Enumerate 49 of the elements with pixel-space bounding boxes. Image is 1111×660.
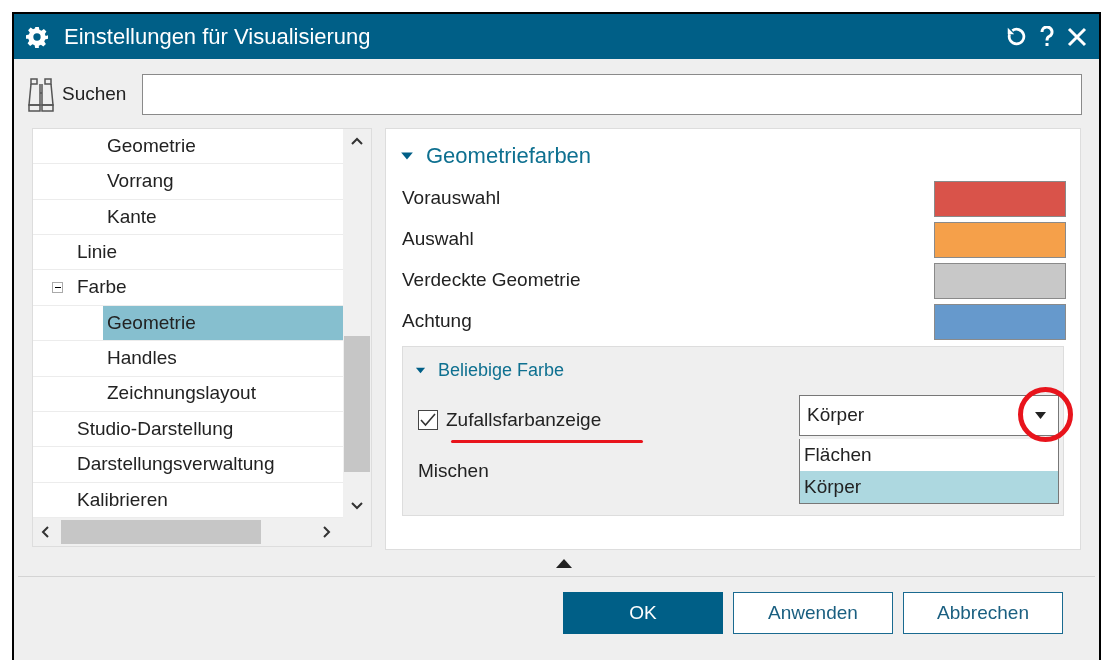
scroll-right-icon[interactable] [323, 526, 331, 538]
checkbox[interactable] [418, 410, 438, 431]
tree-item[interactable]: Kante [103, 199, 161, 235]
color-label: Auswahl [402, 227, 474, 252]
collapse-arrow-icon[interactable] [555, 559, 572, 568]
color-swatch[interactable] [934, 262, 1066, 299]
tree-item[interactable]: Farbe [73, 270, 131, 305]
tree-item[interactable]: Zeichnungslayout [103, 376, 260, 411]
dialog-button[interactable]: Anwenden [733, 592, 893, 634]
color-swatch[interactable] [934, 221, 1066, 258]
tree-item[interactable]: Vorrang [103, 164, 178, 199]
checkmark-icon [420, 413, 436, 428]
scroll-down-icon[interactable] [351, 502, 363, 510]
search-label: Suchen [62, 82, 127, 107]
tree-item[interactable]: Handles [103, 341, 181, 376]
help-icon[interactable] [1039, 25, 1055, 48]
tree-item[interactable]: Studio-Darstellung [73, 411, 238, 447]
scroll-thumb[interactable] [61, 520, 261, 544]
subsection-caret-icon[interactable] [415, 365, 426, 376]
search-field[interactable] [142, 74, 1082, 115]
dropdown-arrow-icon[interactable] [1035, 412, 1046, 419]
dropdown-option[interactable]: Körper [800, 471, 1058, 503]
mix-label: Mischen [417, 458, 490, 483]
window-title: Einstellungen für Visualisierung [64, 23, 372, 51]
scroll-up-icon[interactable] [351, 137, 363, 145]
vertical-scrollbar[interactable] [343, 129, 371, 518]
dialog-button[interactable]: OK [563, 592, 723, 634]
section-title[interactable]: Geometriefarben [426, 139, 592, 172]
subsection-title[interactable]: Beliebige Farbe [438, 357, 565, 384]
scroll-thumb[interactable] [344, 335, 370, 472]
color-label: Achtung [402, 309, 472, 334]
tree-item[interactable]: Kalibrieren [73, 482, 172, 517]
settings-icon [26, 25, 48, 48]
collapse-toggle-icon[interactable] [52, 282, 63, 294]
color-swatch[interactable] [934, 303, 1066, 340]
tree-item[interactable]: Geometrie [103, 129, 200, 164]
close-icon[interactable] [1067, 26, 1087, 47]
checkbox-label[interactable]: Zufallsfarbanzeige [446, 406, 602, 435]
dialog-button[interactable]: Abbrechen [903, 592, 1063, 634]
tree-item[interactable]: Linie [73, 235, 122, 270]
tree-item[interactable]: Geometrie [103, 305, 343, 341]
color-swatch[interactable] [934, 180, 1066, 217]
color-label: Vorauswahl [402, 186, 501, 211]
scroll-left-icon[interactable] [41, 526, 49, 538]
tree-item[interactable]: Darstellungsverwaltung [73, 447, 279, 482]
color-label: Verdeckte Geometrie [402, 268, 581, 293]
dropdown[interactable]: Körper [799, 395, 1059, 436]
horizontal-scrollbar[interactable] [33, 518, 371, 546]
reset-icon[interactable] [1005, 25, 1027, 48]
